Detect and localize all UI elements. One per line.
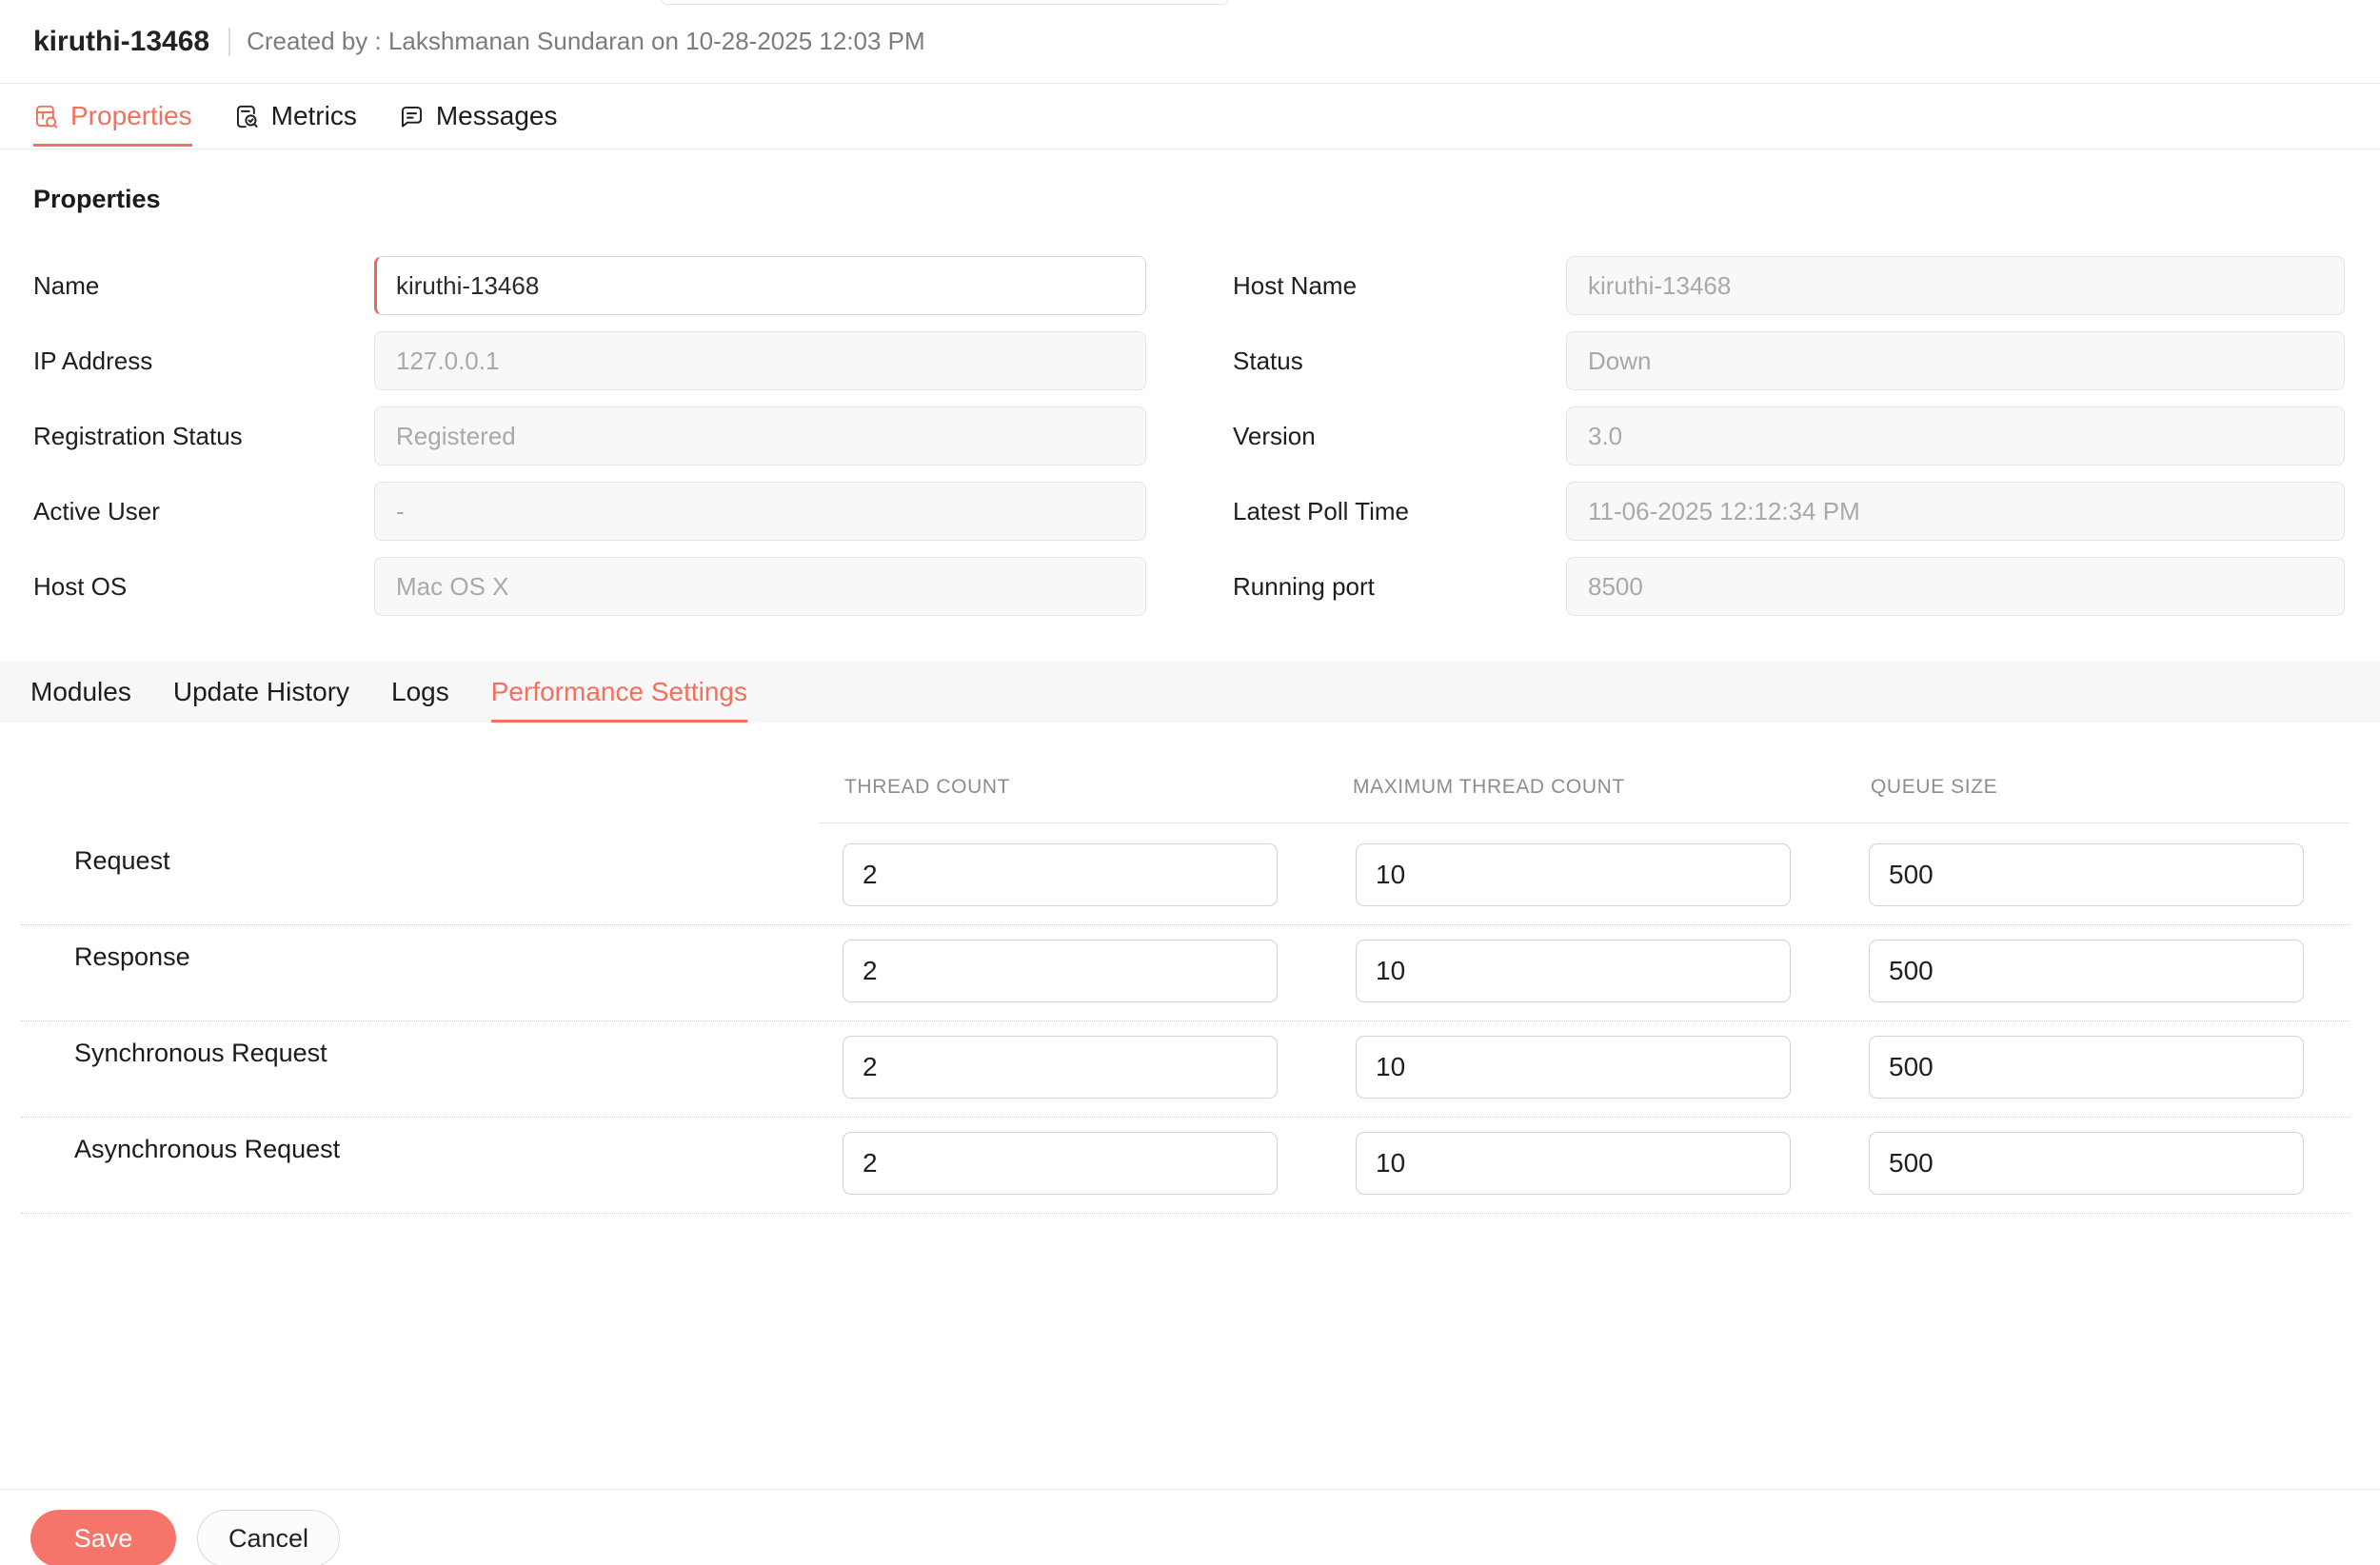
table-row-synchronous-request: Synchronous Request <box>21 1021 2350 1118</box>
active-user-label: Active User <box>33 496 160 525</box>
created-by-text: Created by : Lakshmanan Sundaran on 10-2… <box>247 27 925 55</box>
table-row-request: Request <box>21 829 2350 925</box>
status-label: Status <box>1233 346 1303 375</box>
latest-poll-time-label: Latest Poll Time <box>1233 496 1409 525</box>
async-request-max-thread-count-input[interactable] <box>1356 1132 1791 1195</box>
table-row-response: Response <box>21 925 2350 1021</box>
version-label: Version <box>1233 421 1316 450</box>
subtab-modules[interactable]: Modules <box>30 662 131 723</box>
row-label: Request <box>74 846 170 875</box>
field-active-user: Active User <box>33 482 1146 541</box>
ip-address-input <box>374 331 1146 390</box>
main-tab-bar: Properties Metrics Messages <box>0 84 2380 149</box>
form-column-right: Host Name Status Version Latest Poll Tim… <box>1146 256 2345 632</box>
running-port-input <box>1566 557 2345 616</box>
subtab-update-history-label: Update History <box>172 677 350 706</box>
save-button[interactable]: Save <box>30 1510 176 1565</box>
sub-tab-bar: Modules Update History Logs Performance … <box>0 662 2380 723</box>
registration-status-input <box>374 406 1146 466</box>
tab-messages[interactable]: Messages <box>399 84 558 149</box>
registration-status-label: Registration Status <box>33 421 243 450</box>
field-running-port: Running port <box>1233 557 2345 616</box>
subtab-logs-label: Logs <box>391 677 449 706</box>
status-input <box>1566 331 2345 390</box>
performance-table-header: THREAD COUNT MAXIMUM THREAD COUNT QUEUE … <box>0 723 2380 823</box>
tab-messages-label: Messages <box>435 101 558 130</box>
row-label: Synchronous Request <box>74 1039 327 1067</box>
field-name: Name <box>33 256 1146 315</box>
name-input[interactable] <box>374 256 1146 315</box>
tab-properties-label: Properties <box>70 101 192 130</box>
top-cutoff-panel-edge <box>662 0 1228 5</box>
host-os-input <box>374 557 1146 616</box>
page-title: kiruthi-13468 <box>33 25 210 57</box>
host-os-label: Host OS <box>33 571 128 601</box>
request-queue-size-input[interactable] <box>1869 843 2304 906</box>
version-input <box>1566 406 2345 466</box>
field-ip-address: IP Address <box>33 331 1146 390</box>
sync-request-max-thread-count-input[interactable] <box>1356 1036 1791 1099</box>
table-row-asynchronous-request: Asynchronous Request <box>21 1118 2350 1214</box>
ip-address-label: IP Address <box>33 346 153 375</box>
header-divider <box>228 27 231 56</box>
tab-metrics-label: Metrics <box>270 101 357 130</box>
response-thread-count-input[interactable] <box>843 940 1278 1002</box>
async-request-queue-size-input[interactable] <box>1869 1132 2304 1195</box>
response-queue-size-input[interactable] <box>1869 940 2304 1002</box>
field-latest-poll-time: Latest Poll Time <box>1233 482 2345 541</box>
tab-properties[interactable]: Properties <box>33 84 192 149</box>
col-header-thread-count: THREAD COUNT <box>844 776 1011 798</box>
running-port-label: Running port <box>1233 571 1375 601</box>
properties-form: Name IP Address Registration Status Acti… <box>0 256 2380 632</box>
row-label: Response <box>74 942 190 971</box>
cancel-button[interactable]: Cancel <box>197 1510 340 1565</box>
header-separator-line <box>819 822 2350 823</box>
sync-request-queue-size-input[interactable] <box>1869 1036 2304 1099</box>
properties-icon <box>33 104 59 129</box>
messages-icon <box>399 104 425 129</box>
field-registration-status: Registration Status <box>33 406 1146 466</box>
host-name-label: Host Name <box>1233 270 1358 300</box>
col-header-queue-size: QUEUE SIZE <box>1871 776 1998 798</box>
name-label: Name <box>33 270 100 300</box>
request-thread-count-input[interactable] <box>843 843 1278 906</box>
async-request-thread-count-input[interactable] <box>843 1132 1278 1195</box>
metrics-icon <box>234 104 260 129</box>
subtab-modules-label: Modules <box>30 677 131 706</box>
col-header-maximum-thread-count: MAXIMUM THREAD COUNT <box>1353 776 1625 798</box>
sync-request-thread-count-input[interactable] <box>843 1036 1278 1099</box>
form-column-left: Name IP Address Registration Status Acti… <box>0 256 1146 632</box>
performance-table-body: Request Response Synchronous Request Asy… <box>0 823 2380 1214</box>
subtab-performance-settings[interactable]: Performance Settings <box>490 662 748 723</box>
subtab-performance-settings-label: Performance Settings <box>490 677 747 706</box>
subtab-logs[interactable]: Logs <box>391 662 449 723</box>
page-header: kiruthi-13468 Created by : Lakshmanan Su… <box>0 0 2380 84</box>
field-status: Status <box>1233 331 2345 390</box>
request-max-thread-count-input[interactable] <box>1356 843 1791 906</box>
footer-action-bar: Save Cancel <box>0 1489 2380 1565</box>
response-max-thread-count-input[interactable] <box>1356 940 1791 1002</box>
field-host-name: Host Name <box>1233 256 2345 315</box>
row-label: Asynchronous Request <box>74 1135 341 1163</box>
active-user-input <box>374 482 1146 541</box>
section-title-properties: Properties <box>33 185 161 213</box>
host-name-input <box>1566 256 2345 315</box>
field-host-os: Host OS <box>33 557 1146 616</box>
subtab-update-history[interactable]: Update History <box>173 662 349 723</box>
field-version: Version <box>1233 406 2345 466</box>
latest-poll-time-input <box>1566 482 2345 541</box>
tab-metrics[interactable]: Metrics <box>234 84 357 149</box>
